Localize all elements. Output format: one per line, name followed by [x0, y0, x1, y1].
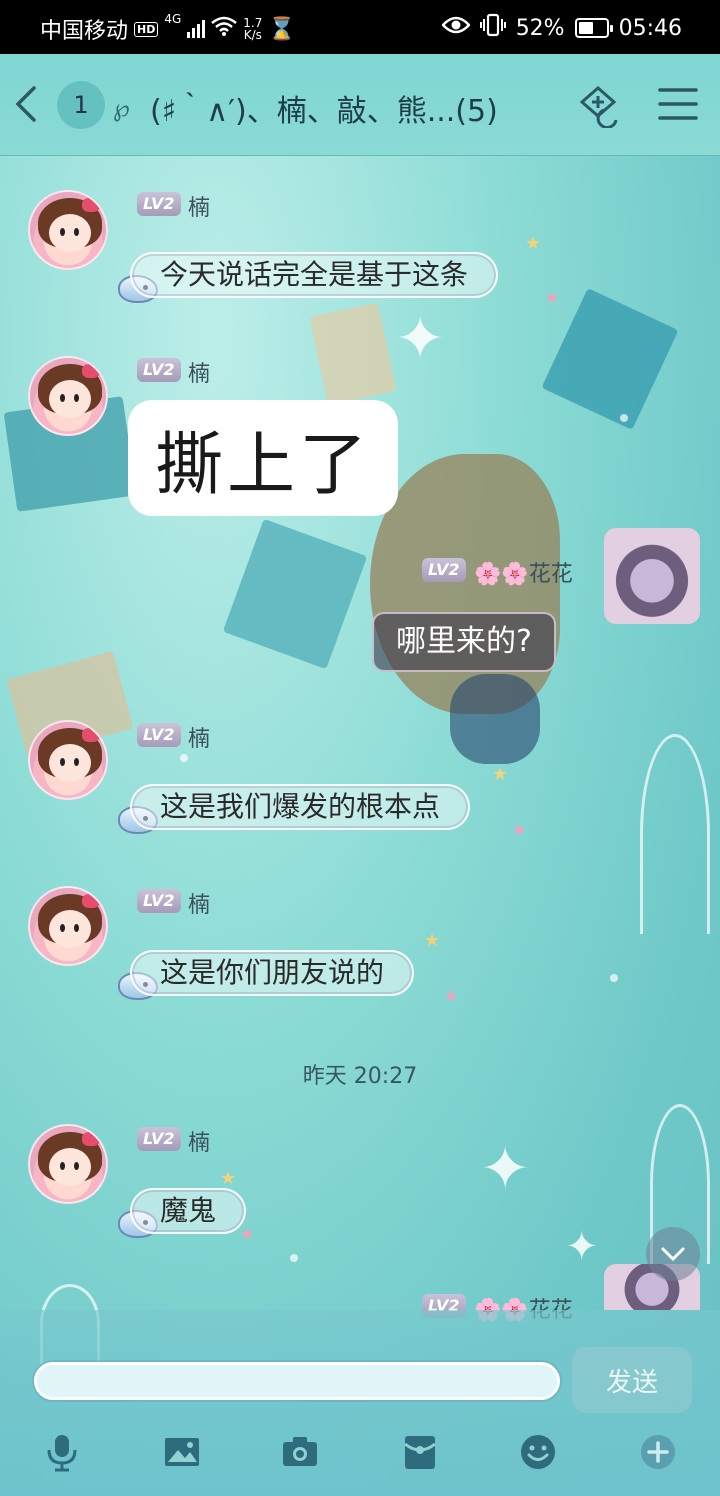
exit-group-icon[interactable] — [574, 80, 622, 128]
girl-skirt-decoration — [450, 674, 540, 764]
sender-name: 楠 — [188, 893, 211, 918]
star-decoration: ★ — [492, 764, 509, 785]
battery-percent: 52% — [515, 15, 565, 41]
message-bubble[interactable]: 这是你们朋友说的 — [130, 950, 415, 996]
unread-count-badge[interactable]: 1 — [57, 81, 105, 129]
star-decoration: ★ — [444, 986, 459, 1005]
chat-title: (♯｀∧′)、楠、敲、熊...(5) — [150, 94, 498, 129]
sender-name: 楠 — [188, 362, 211, 387]
signal-icon — [187, 20, 206, 38]
sender-name: 楠 — [188, 1131, 211, 1156]
star-decoration: ★ — [240, 1224, 255, 1243]
sticker-message[interactable]: 撕上了 — [128, 400, 398, 516]
send-button[interactable]: 发送 — [572, 1347, 692, 1413]
vibrate-icon — [479, 13, 506, 43]
net-speed: 1.7 K/s — [243, 17, 262, 41]
message-bubble[interactable]: 今天说话完全是基于这条 — [130, 252, 499, 298]
bubble-decoration — [290, 1254, 298, 1262]
bubble-decoration — [620, 414, 628, 422]
carrier-label: 中国移动 — [40, 19, 129, 44]
avatar-huahua[interactable] — [604, 528, 700, 624]
eye-icon — [440, 15, 471, 41]
level-badge: LV2 — [137, 1127, 181, 1151]
star-decoration: ★ — [220, 1168, 237, 1189]
red-packet-icon[interactable] — [400, 1432, 440, 1472]
sparkle-decoration: ✦ — [480, 1134, 531, 1204]
message-bubble[interactable]: 这是我们爆发的根本点 — [130, 784, 471, 830]
level-badge: LV2 — [137, 192, 181, 216]
scroll-to-bottom-button[interactable] — [646, 1227, 700, 1281]
sender-name: 楠 — [188, 727, 211, 752]
avatar-nan[interactable] — [28, 886, 108, 966]
level-badge: LV2 — [137, 889, 181, 913]
emoji-icon[interactable] — [518, 1432, 558, 1472]
avatar-nan[interactable] — [28, 190, 108, 270]
level-badge: LV2 — [422, 558, 466, 582]
message-input[interactable] — [34, 1362, 560, 1400]
level-badge: LV2 — [137, 723, 181, 747]
camera-icon[interactable] — [280, 1432, 320, 1472]
speed-unit: K/s — [243, 28, 262, 42]
back-arrow-icon[interactable] — [12, 84, 40, 124]
sender-name: 楠 — [188, 196, 211, 221]
hd-badge: HD — [134, 21, 159, 37]
sparkle-decoration: ✦ — [565, 1224, 599, 1270]
status-bar: 中国移动 HD 4G 1.7 K/s ⌛ 52% 05:46 — [0, 0, 720, 54]
net-gen-label: 4G — [164, 12, 182, 26]
book-decoration — [309, 302, 397, 406]
ear-icon: ℘ — [113, 94, 130, 122]
level-badge: LV2 — [137, 358, 181, 382]
sender-name: 🌸🌸花花 — [474, 562, 573, 587]
battery-icon — [574, 18, 613, 38]
avatar-nan[interactable] — [28, 1124, 108, 1204]
timestamp: 昨天 20:27 — [302, 1064, 418, 1089]
book-decoration — [541, 288, 679, 430]
book-decoration — [222, 518, 368, 670]
star-decoration: ★ — [512, 820, 527, 839]
chevron-down-icon — [661, 1247, 685, 1262]
message-bubble[interactable]: 魔鬼 — [130, 1188, 247, 1234]
sparkle-decoration: ✦ — [395, 304, 446, 374]
microphone-icon[interactable] — [42, 1432, 82, 1472]
bubble-decoration — [180, 754, 188, 762]
star-decoration: ★ — [424, 930, 441, 951]
star-decoration: ★ — [545, 288, 560, 307]
coral-decoration — [640, 734, 710, 934]
clock: 05:46 — [618, 15, 682, 41]
avatar-nan[interactable] — [28, 720, 108, 800]
bubble-decoration — [610, 974, 618, 982]
menu-icon[interactable] — [654, 80, 702, 128]
star-decoration: ★ — [525, 233, 542, 254]
wifi-icon — [211, 16, 238, 42]
hourglass-icon: ⌛ — [268, 16, 296, 42]
plus-icon[interactable] — [638, 1432, 678, 1472]
message-bubble[interactable]: 哪里来的? — [372, 612, 556, 672]
avatar-nan[interactable] — [28, 356, 108, 436]
image-icon[interactable] — [162, 1432, 202, 1472]
